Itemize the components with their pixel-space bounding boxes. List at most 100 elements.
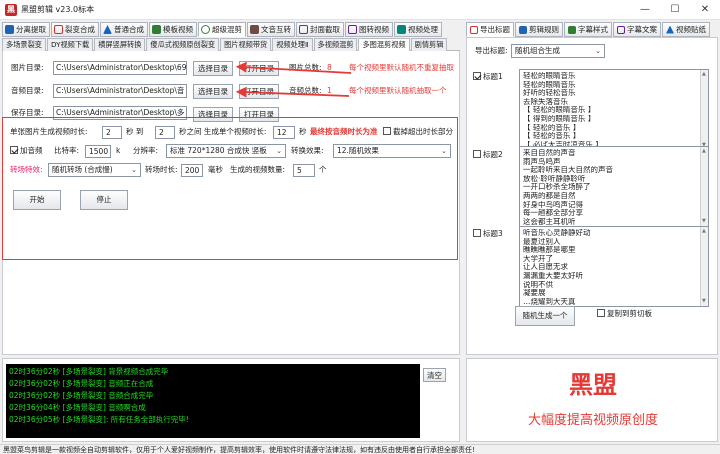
tab-text-audio[interactable]: 文音互转 <box>247 22 295 37</box>
list-item: 轻松的眼睛音乐 <box>523 80 576 89</box>
tab-export-title[interactable]: 导出标题 <box>466 22 514 37</box>
title2-list[interactable]: 来自自然的声音 雨声鸟鸣声 一起聆听来自大自然的声音 放松·聆听静静聆听 一开口… <box>519 146 709 227</box>
export-mode-select[interactable]: 随机组合生成 ⌄ <box>511 44 605 58</box>
clear-log-button[interactable]: 清空 <box>423 368 446 382</box>
resolution-select[interactable]: 标准 720*1280 合成快 竖板 ⌄ <box>166 144 286 158</box>
title-panel: 导出标题: 随机组合生成 ⌄ 标题1 轻松的眼睛音乐 轻松的眼睛音乐 好听的轻松音… <box>466 37 718 355</box>
subtab-story-edit[interactable]: 剧情剪辑 <box>410 38 448 51</box>
right-tabs: 导出标题 剪辑规则 字幕样式 字幕文案 视频贴纸 <box>466 22 718 37</box>
log-line: 02时36分02秒 [多场景裂变] 音频合成完毕 <box>9 391 154 400</box>
tab-split-extract[interactable]: 分离提取 <box>2 22 50 37</box>
subtab-multi-video-mix[interactable]: 多视频混剪 <box>313 38 358 51</box>
list-item: 雨声鸟鸣声 <box>523 157 561 166</box>
transition-length-label: 转场时长: <box>145 165 178 174</box>
list-item: 凝要展 <box>523 289 546 298</box>
subtab-image-sales[interactable]: 图片视频带货 <box>220 38 272 51</box>
count-unit: 个 <box>319 165 327 174</box>
video-length-label: 秒之间 生成单个视频时长: <box>179 127 267 136</box>
tab-video-process[interactable]: 视频处理 <box>394 22 442 37</box>
effect-select[interactable]: 12.随机效果 ⌄ <box>333 144 451 158</box>
tab-subtitle-text[interactable]: 字幕文案 <box>613 22 661 37</box>
list-item: 来自自然的声音 <box>523 149 576 157</box>
subtab-multi-scene[interactable]: 多场景裂变 <box>2 38 46 51</box>
maximize-button[interactable]: ☐ <box>660 0 690 20</box>
list-item: 【 轻松的音乐 】 <box>523 123 581 132</box>
per-image-max-input[interactable]: 2 <box>155 126 175 139</box>
tab-super-mix[interactable]: 超级混剪 <box>198 22 246 37</box>
title2-checkbox[interactable]: 标题2 <box>473 149 503 161</box>
tab-image-to-video[interactable]: 图转视频 <box>345 22 393 37</box>
tab-video-sticker[interactable]: 视频贴纸 <box>662 22 710 37</box>
tab-edit-rules[interactable]: 剪辑规则 <box>515 22 563 37</box>
app-logo-icon: 黑 <box>5 3 17 16</box>
add-audio-checkbox-box[interactable] <box>10 146 18 154</box>
list-item: 说明不供 <box>523 280 553 289</box>
tab-cover-capture[interactable]: 封面截取 <box>296 22 344 37</box>
close-button[interactable]: ✕ <box>690 0 720 20</box>
subtab-video-process-2[interactable]: 视频处理Ⅱ <box>272 38 313 51</box>
list-item: 一起聆听来自大自然的声音 <box>523 166 613 175</box>
title3-checkbox-box[interactable] <box>473 229 481 237</box>
log-panel: 02时36分02秒 [多场景裂变] 背景视频合成完毕 02时36分02秒 [多场… <box>2 358 460 442</box>
transition-label: 转场特效: <box>10 165 43 174</box>
super-mix-icon <box>201 25 210 34</box>
ms-label: 毫秒 <box>208 165 223 174</box>
tab-normal-compose[interactable]: 普通合成 <box>100 22 148 37</box>
trim-checkbox-box[interactable] <box>383 127 391 135</box>
video-count-input[interactable]: 5 <box>293 164 315 177</box>
bitrate-input[interactable]: 1500 <box>85 145 111 158</box>
brand-name: 黑盟 <box>569 371 617 399</box>
copy-clipboard-checkbox-box[interactable] <box>597 309 605 317</box>
image-video-icon <box>348 25 357 34</box>
list-item: 放松·聆听静静聆听 <box>523 174 586 183</box>
title3-list[interactable]: 听音乐心灵静静好动 最夏过别人 瞧瞧瞧那是哪里 大学开了 让人自愿无求 漏漏重大… <box>519 226 709 307</box>
title-bar: 黑 黑盟剪辑 v23.0标本 — ☐ ✕ <box>0 0 720 20</box>
title2-scrollbar[interactable] <box>700 147 708 226</box>
stop-button[interactable]: 停止 <box>80 190 128 210</box>
subtab-orientation[interactable]: 横屏竖屏转换 <box>94 38 146 51</box>
transition-select[interactable]: 随机转场 (合成慢) ⌄ <box>48 163 141 177</box>
sec-label: 秒 <box>299 127 307 136</box>
random-generate-button[interactable]: 随机生成一个 <box>515 306 575 326</box>
tab-template-video[interactable]: 模板视频 <box>149 22 197 37</box>
chevron-down-icon: ⌄ <box>276 147 282 155</box>
tab-fission-compose[interactable]: 裂变合成 <box>51 22 99 37</box>
list-item: 漏漏重大要太好听 <box>523 271 583 280</box>
title3-scrollbar[interactable] <box>700 227 708 306</box>
log-line: 02时36分04秒 [多场景裂变] 音频啊合成 <box>9 403 146 412</box>
list-item: 两两的都是自然 <box>523 191 576 200</box>
bitrate-label: 比特率: <box>54 146 80 155</box>
per-image-min-input[interactable]: 2 <box>102 126 122 139</box>
add-audio-checkbox[interactable]: 加音频 <box>10 145 43 157</box>
video-length-input[interactable]: 12 <box>273 126 295 139</box>
subtab-multi-image-mix[interactable]: 多图混剪视频 <box>358 38 410 52</box>
title1-checkbox-box[interactable] <box>473 72 481 80</box>
main-toolbar: 分离提取 裂变合成 普通合成 模板视频 超级混剪 文音互转 封面截取 图转视频 … <box>2 22 460 37</box>
log-output: 02时36分02秒 [多场景裂变] 背景视频合成完毕 02时36分02秒 [多场… <box>6 364 420 438</box>
tab-subtitle-style[interactable]: 字幕样式 <box>564 22 612 37</box>
subtab-dy-download[interactable]: DY视频下载 <box>46 38 94 51</box>
start-button[interactable]: 开始 <box>13 190 61 210</box>
chevron-down-icon: ⌄ <box>441 147 447 155</box>
title1-scrollbar[interactable] <box>700 70 708 150</box>
effect-label: 转换效果: <box>291 146 324 155</box>
annotation-arrows <box>235 61 352 98</box>
copy-clipboard-checkbox[interactable]: 复制到剪切板 <box>597 308 652 320</box>
video-process-icon <box>397 25 406 34</box>
list-item: 一开口秒杀全场醉了 <box>523 183 591 192</box>
bitrate-unit: k <box>116 146 121 155</box>
subtitle-text-icon <box>617 25 625 34</box>
list-item: 去除失落音乐 <box>523 97 568 106</box>
subtab-original-fission[interactable]: 傻瓜式视频原创裂变 <box>146 38 220 51</box>
trim-checkbox[interactable]: 截掉超出时长部分 <box>383 126 453 138</box>
title1-checkbox[interactable]: 标题1 <box>473 71 503 83</box>
title3-checkbox[interactable]: 标题3 <box>473 228 503 240</box>
minimize-button[interactable]: — <box>630 0 660 20</box>
list-item: 【 轻松的音乐 】 <box>523 132 581 141</box>
transition-length-input[interactable]: 200 <box>181 164 203 177</box>
brand-panel: 黑盟 大幅度提高视频原创度 <box>466 358 718 442</box>
chevron-down-icon: ⌄ <box>131 166 137 174</box>
title2-checkbox-box[interactable] <box>473 150 481 158</box>
brand-slogan: 大幅度提高视频原创度 <box>527 413 658 428</box>
title1-list[interactable]: 轻松的眼睛音乐 轻松的眼睛音乐 好听的轻松音乐 去除失落音乐 【 轻松的眼睛音乐… <box>519 69 709 151</box>
